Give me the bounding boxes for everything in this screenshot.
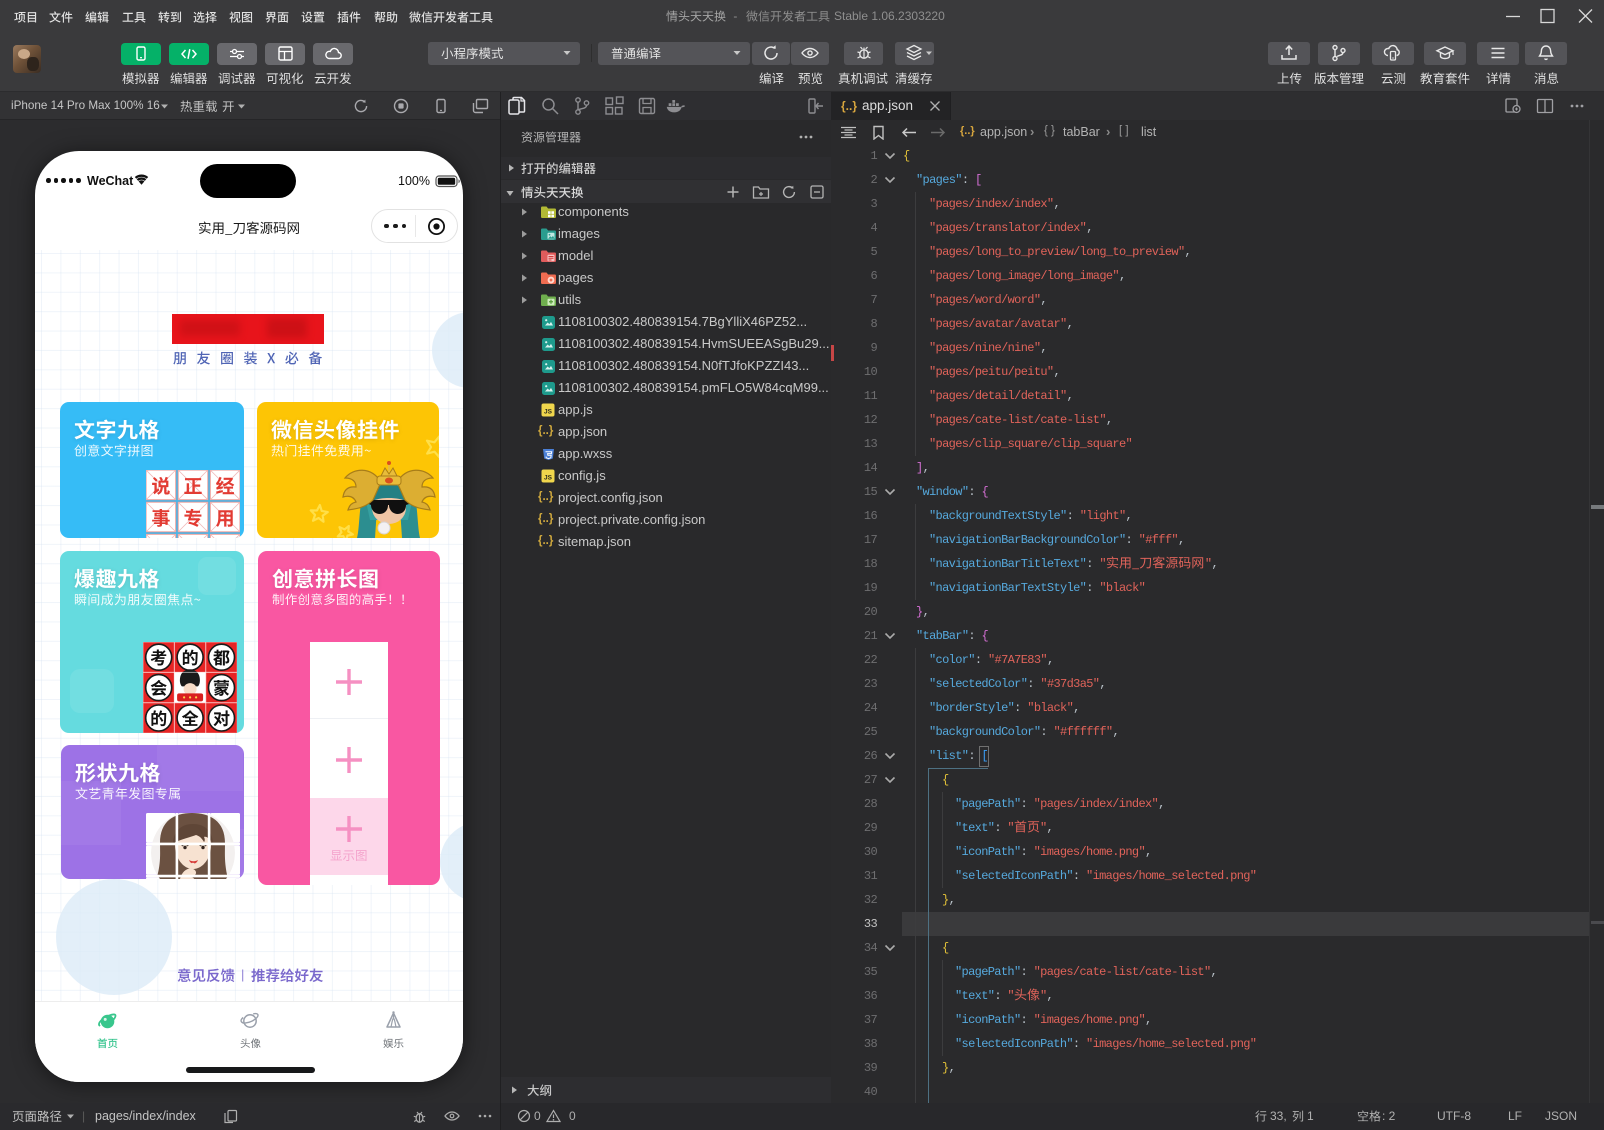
svg-text:JS: JS	[544, 475, 553, 482]
svg-text:JS: JS	[544, 409, 553, 416]
